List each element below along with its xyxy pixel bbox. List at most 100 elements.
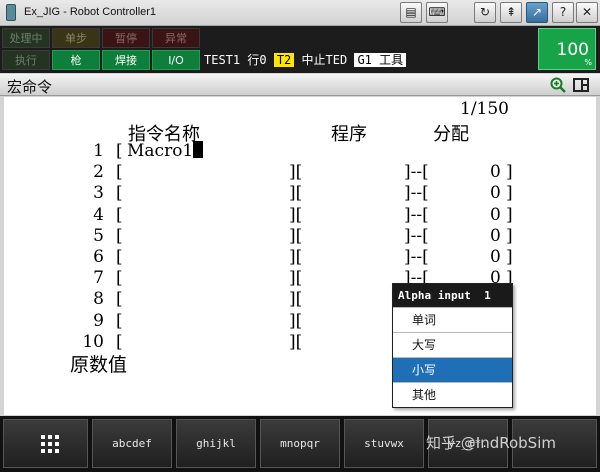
- grid-icon: [41, 435, 59, 453]
- bracket: ]: [506, 226, 513, 246]
- macro-row[interactable]: 1 [Macro1: [4, 141, 596, 162]
- popup-title: Alpha input 1: [393, 284, 512, 307]
- macro-row-number: 8: [93, 289, 104, 309]
- teach-icon[interactable]: ⇞: [500, 2, 522, 23]
- bracket: ][: [289, 162, 303, 182]
- status-fault: 异常: [152, 28, 200, 48]
- close-icon[interactable]: ✕: [576, 2, 598, 23]
- status-gun: 枪: [52, 50, 100, 70]
- bracket: ][: [289, 268, 303, 288]
- popup-item-lowercase[interactable]: 小写: [393, 357, 512, 382]
- macro-assign-value[interactable]: 0: [490, 162, 501, 182]
- program-name: TEST1: [204, 53, 241, 67]
- app-icon: [6, 4, 16, 21]
- macro-row-number: 1: [93, 141, 104, 161]
- bracket: [: [116, 332, 123, 352]
- macro-name-field[interactable]: Macro1: [127, 141, 204, 161]
- bracket: [: [116, 268, 123, 288]
- status-run: 执行: [2, 50, 50, 70]
- popup-item-word[interactable]: 单词: [393, 307, 512, 332]
- fkey-mnopqr[interactable]: mnopqr: [260, 419, 340, 468]
- status-weld: 焊接: [102, 50, 150, 70]
- bracket: ][: [289, 289, 303, 309]
- popup-item-other[interactable]: 其他: [393, 382, 512, 407]
- macro-row-number: 3: [93, 183, 104, 203]
- edit-mode-icon[interactable]: ↗: [526, 2, 548, 23]
- fkey-stuvwx[interactable]: stuvwx: [344, 419, 424, 468]
- popup-item-uppercase[interactable]: 大写: [393, 332, 512, 357]
- bracket: [: [116, 247, 123, 267]
- bracket: ]--[: [404, 226, 429, 246]
- macro-assign-value[interactable]: 0: [490, 205, 501, 225]
- macro-name-text: Macro1: [127, 141, 194, 161]
- bracket: ]--[: [404, 247, 429, 267]
- text-cursor: [193, 141, 204, 158]
- bracket: ]: [506, 247, 513, 267]
- status-hold: 暂停: [102, 28, 150, 48]
- macro-row-number: 6: [93, 247, 104, 267]
- macro-row[interactable]: 4 [ ][ ]--[ 0]: [4, 205, 596, 226]
- speed-override[interactable]: 100 %: [538, 28, 596, 70]
- bracket: [: [116, 289, 123, 309]
- macro-row-number: 2: [93, 162, 104, 182]
- page-indicator: 1/150: [460, 99, 509, 119]
- execution-state: 中止TED: [301, 53, 348, 67]
- bracket: [: [116, 141, 123, 161]
- macro-row-number: 9: [93, 311, 104, 331]
- bracket: ][: [289, 205, 303, 225]
- status-io: I/O: [152, 50, 200, 70]
- bracket: ][: [289, 311, 303, 331]
- macro-assign-value[interactable]: 0: [490, 247, 501, 267]
- override-value: 100: [556, 40, 589, 60]
- bracket: [: [116, 205, 123, 225]
- status-step: 单步: [52, 28, 100, 48]
- bracket: ][: [289, 332, 303, 352]
- bracket: ]: [506, 183, 513, 203]
- bracket: [: [116, 226, 123, 246]
- screen-header: 宏命令: [0, 74, 600, 96]
- bracket: [: [116, 162, 123, 182]
- macro-row[interactable]: 3 [][]--[0]: [4, 183, 596, 204]
- fkey-abcdef[interactable]: abcdef: [92, 419, 172, 468]
- raw-value-label: 原数值: [70, 354, 128, 376]
- zoom-in-icon[interactable]: [550, 77, 566, 93]
- bracket: [: [116, 311, 123, 331]
- fkey-blank[interactable]: [512, 419, 597, 468]
- keyboard-icon[interactable]: ⌨: [426, 2, 448, 23]
- macro-row[interactable]: 6 [ ][ ]--[ 0]: [4, 247, 596, 268]
- macro-row-number: 4: [93, 205, 104, 225]
- group-badge: G1 工具: [354, 53, 407, 67]
- macro-row-number: 5: [93, 226, 104, 246]
- bracket: ]--[: [404, 183, 429, 203]
- fkey-yz-symbols[interactable]: yz_@*.: [428, 419, 508, 468]
- line-number: 行0: [247, 53, 267, 67]
- status-busy: 处理中: [2, 28, 50, 48]
- bracket: ][: [289, 226, 303, 246]
- bracket: ]: [506, 205, 513, 225]
- macro-assign-value[interactable]: 0: [490, 226, 501, 246]
- window-titlebar: Ex_JIG - Robot Controller1 ▤ ⌨ ↻ ⇞ ↗ ? ✕: [0, 0, 600, 26]
- bracket: ]: [506, 162, 513, 182]
- alpha-input-popup: Alpha input 1 单词 大写 小写 其他: [392, 283, 513, 408]
- screen-title: 宏命令: [7, 78, 53, 96]
- bracket: ]--[: [404, 205, 429, 225]
- macro-assign-value[interactable]: 0: [490, 183, 501, 203]
- print-icon[interactable]: ▤: [400, 2, 422, 23]
- status-bar: 处理中 单步 暂停 异常 执行 枪 焊接 I/O TEST1 行0 T2 中止T…: [0, 26, 600, 73]
- bracket: ][: [289, 247, 303, 267]
- screen-layout-icon[interactable]: [573, 78, 589, 92]
- bracket: ][: [289, 183, 303, 203]
- function-key-bar: abcdef ghijkl mnopqr stuvwx yz_@*. 知乎 @I…: [0, 416, 600, 472]
- help-icon[interactable]: ?: [552, 2, 574, 23]
- macro-row[interactable]: 2 [][]--[0]: [4, 162, 596, 183]
- mode-badge: T2: [273, 53, 295, 67]
- window-title: Ex_JIG - Robot Controller1: [24, 6, 157, 18]
- override-unit: %: [584, 58, 592, 67]
- macro-row[interactable]: 5 [ ][ ]--[ 0]: [4, 226, 596, 247]
- program-status-line: TEST1 行0 T2 中止TED G1 工具: [204, 51, 407, 68]
- fkey-ghijkl[interactable]: ghijkl: [176, 419, 256, 468]
- macro-row-number: 7: [93, 268, 104, 288]
- menu-button[interactable]: [3, 419, 88, 468]
- macro-row-number: 10: [82, 332, 104, 352]
- refresh-icon[interactable]: ↻: [474, 2, 496, 23]
